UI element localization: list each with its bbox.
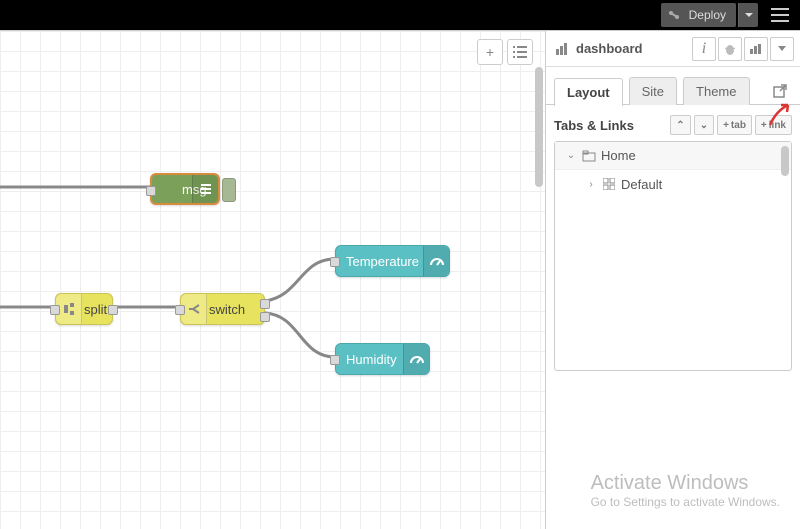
chevron-down-icon: ⌄ <box>565 150 577 161</box>
gauge-icon <box>403 344 429 374</box>
chevron-down-icon <box>778 46 786 52</box>
chevron-down-icon <box>745 11 753 19</box>
tabs-links-header: Tabs & Links ⌃ ⌄ +tab +link <box>546 105 800 141</box>
input-port[interactable] <box>146 186 156 196</box>
add-tab-button[interactable]: +tab <box>717 115 752 135</box>
open-dashboard-button[interactable] <box>768 79 792 103</box>
node-label: split <box>84 302 107 317</box>
add-link-button[interactable]: +link <box>755 115 792 135</box>
tab-layout[interactable]: Layout <box>554 78 623 106</box>
list-icon <box>513 46 527 58</box>
node-label: switch <box>209 302 245 317</box>
debug-icon <box>192 175 218 203</box>
node-debug[interactable]: msg <box>150 173 220 205</box>
info-button[interactable]: i <box>692 37 716 61</box>
chart-button[interactable] <box>744 37 768 61</box>
output-port[interactable] <box>108 305 118 315</box>
add-link-label: link <box>769 120 786 131</box>
sidebar-title-text: dashboard <box>576 41 642 56</box>
tree-item-default[interactable]: › Default <box>555 170 791 198</box>
tree-scrollbar[interactable] <box>781 146 789 176</box>
input-port[interactable] <box>175 305 185 315</box>
node-humidity[interactable]: Humidity <box>335 343 430 375</box>
scrollbar-thumb[interactable] <box>535 67 543 187</box>
collapse-icon: ⌄ <box>700 120 708 131</box>
node-temperature[interactable]: Temperature <box>335 245 450 277</box>
tree-item-home[interactable]: ⌄ Home <box>555 142 791 170</box>
dashboard-icon <box>556 43 570 55</box>
group-icon <box>601 178 617 190</box>
tree-label: Home <box>601 148 636 163</box>
output-port-1[interactable] <box>260 299 270 309</box>
plus-icon: + <box>486 44 494 60</box>
list-button[interactable] <box>507 39 533 65</box>
sidebar-title: dashboard <box>552 41 690 56</box>
node-switch[interactable]: switch <box>180 293 265 325</box>
section-title: Tabs & Links <box>554 118 634 133</box>
dashboard-tabs: Layout Site Theme <box>546 67 800 105</box>
collapse-all-button[interactable]: ⌄ <box>694 115 714 135</box>
tab-theme[interactable]: Theme <box>683 77 749 105</box>
add-button[interactable]: + <box>477 39 503 65</box>
output-port-2[interactable] <box>260 312 270 322</box>
deploy-label: Deploy <box>689 8 726 22</box>
tabs-tree: ⌄ Home › Default <box>554 141 792 371</box>
gauge-icon <box>423 246 449 276</box>
debug-toggle[interactable] <box>222 178 236 202</box>
add-tab-label: tab <box>731 120 746 131</box>
top-bar: Deploy <box>0 0 800 30</box>
tab-site[interactable]: Site <box>629 77 677 105</box>
node-label: Temperature <box>346 254 419 269</box>
sidebar-dropdown[interactable] <box>770 37 794 61</box>
info-icon: i <box>702 40 706 58</box>
input-port[interactable] <box>330 355 340 365</box>
debug-panel-button[interactable] <box>718 37 742 61</box>
tree-label: Default <box>621 177 662 192</box>
main-area: + msg split <box>0 30 800 529</box>
sidebar-header: dashboard i <box>546 31 800 67</box>
flow-canvas[interactable]: + msg split <box>0 30 545 529</box>
external-link-icon <box>773 84 787 98</box>
chevron-right-icon: › <box>585 179 597 190</box>
deploy-dropdown[interactable] <box>738 3 758 27</box>
watermark-subtitle: Go to Settings to activate Windows. <box>591 495 780 509</box>
canvas-scrollbar[interactable] <box>535 67 543 519</box>
deploy-icon <box>667 8 681 22</box>
node-label: Humidity <box>346 352 397 367</box>
canvas-toolbar: + <box>477 39 533 65</box>
chart-icon <box>750 44 762 54</box>
node-split[interactable]: split <box>55 293 113 325</box>
deploy-button[interactable]: Deploy <box>661 3 736 27</box>
menu-button[interactable] <box>768 3 792 27</box>
input-port[interactable] <box>50 305 60 315</box>
expand-icon: ⌃ <box>676 120 684 131</box>
bug-icon <box>723 42 737 56</box>
hamburger-icon <box>771 8 789 22</box>
expand-all-button[interactable]: ⌃ <box>670 115 690 135</box>
watermark-title: Activate Windows <box>591 472 780 495</box>
input-port[interactable] <box>330 257 340 267</box>
wires <box>0 31 545 529</box>
tab-icon <box>581 150 597 162</box>
windows-watermark: Activate Windows Go to Settings to activ… <box>591 472 780 509</box>
sidebar: dashboard i Layout Site Theme <box>545 30 800 529</box>
